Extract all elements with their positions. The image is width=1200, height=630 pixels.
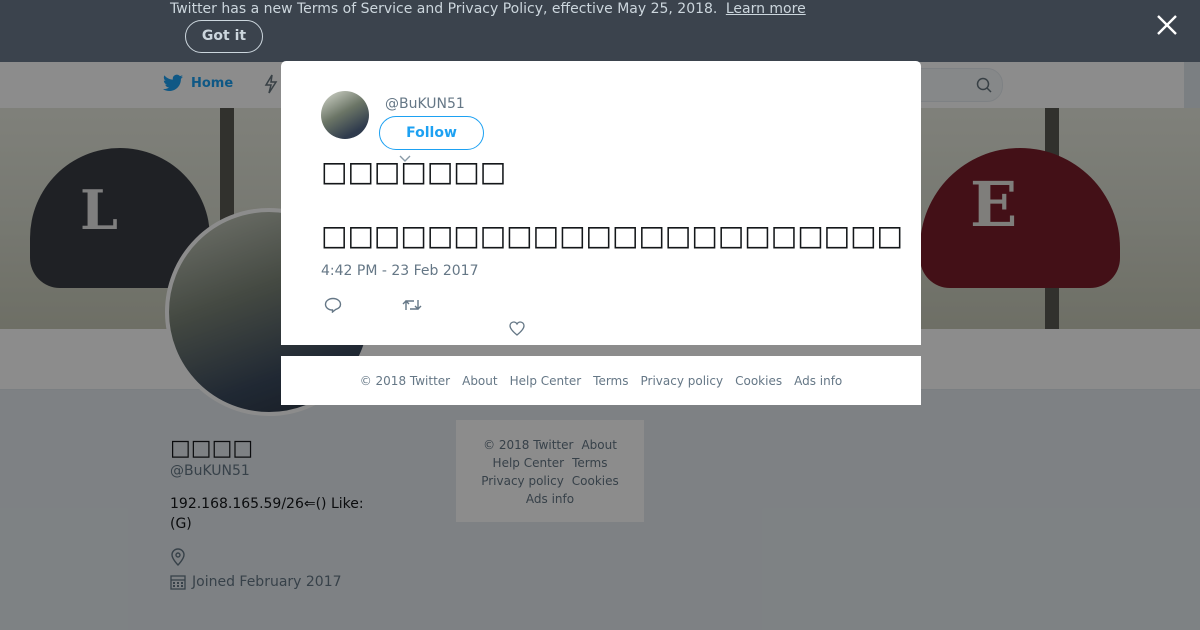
tweet-author-handle[interactable]: @BuKUN51 (385, 96, 465, 112)
tweet-author-avatar[interactable] (321, 91, 369, 139)
modal-footer: © 2018 Twitter About Help Center Terms P… (281, 356, 921, 405)
footer-privacy-link[interactable]: Privacy policy (641, 374, 724, 388)
tweet-timestamp[interactable]: 4:42 PM - 23 Feb 2017 (321, 263, 479, 279)
footer-copyright: © 2018 Twitter (359, 373, 451, 388)
got-it-button[interactable]: Got it (185, 20, 263, 53)
retweet-icon[interactable] (402, 298, 422, 312)
tweet-text-line1: □□□□□□□ (321, 155, 507, 188)
close-icon[interactable] (1155, 13, 1179, 37)
heart-icon[interactable] (509, 321, 525, 336)
footer-about-link[interactable]: About (462, 374, 497, 388)
reply-icon[interactable] (324, 297, 342, 313)
follow-button[interactable]: Follow (379, 116, 484, 150)
footer-ads-info-link[interactable]: Ads info (794, 374, 842, 388)
footer-help-center-link[interactable]: Help Center (510, 374, 582, 388)
tos-text-wrapper: Twitter has a new Terms of Service and P… (170, 1, 806, 17)
learn-more-link[interactable]: Learn more (726, 1, 806, 17)
tos-text: Twitter has a new Terms of Service and P… (170, 1, 718, 17)
footer-cookies-link[interactable]: Cookies (735, 374, 782, 388)
tos-banner: Twitter has a new Terms of Service and P… (0, 0, 1200, 62)
footer-terms-link[interactable]: Terms (593, 374, 628, 388)
tweet-modal: @BuKUN51 Follow □□□□□□□ □□□□□□□□□□□□□□□□… (281, 61, 921, 345)
tweet-text-line2: □□□□□□□□□□□□□□□□□□□□□□□□□□□□□□□ (321, 219, 901, 252)
